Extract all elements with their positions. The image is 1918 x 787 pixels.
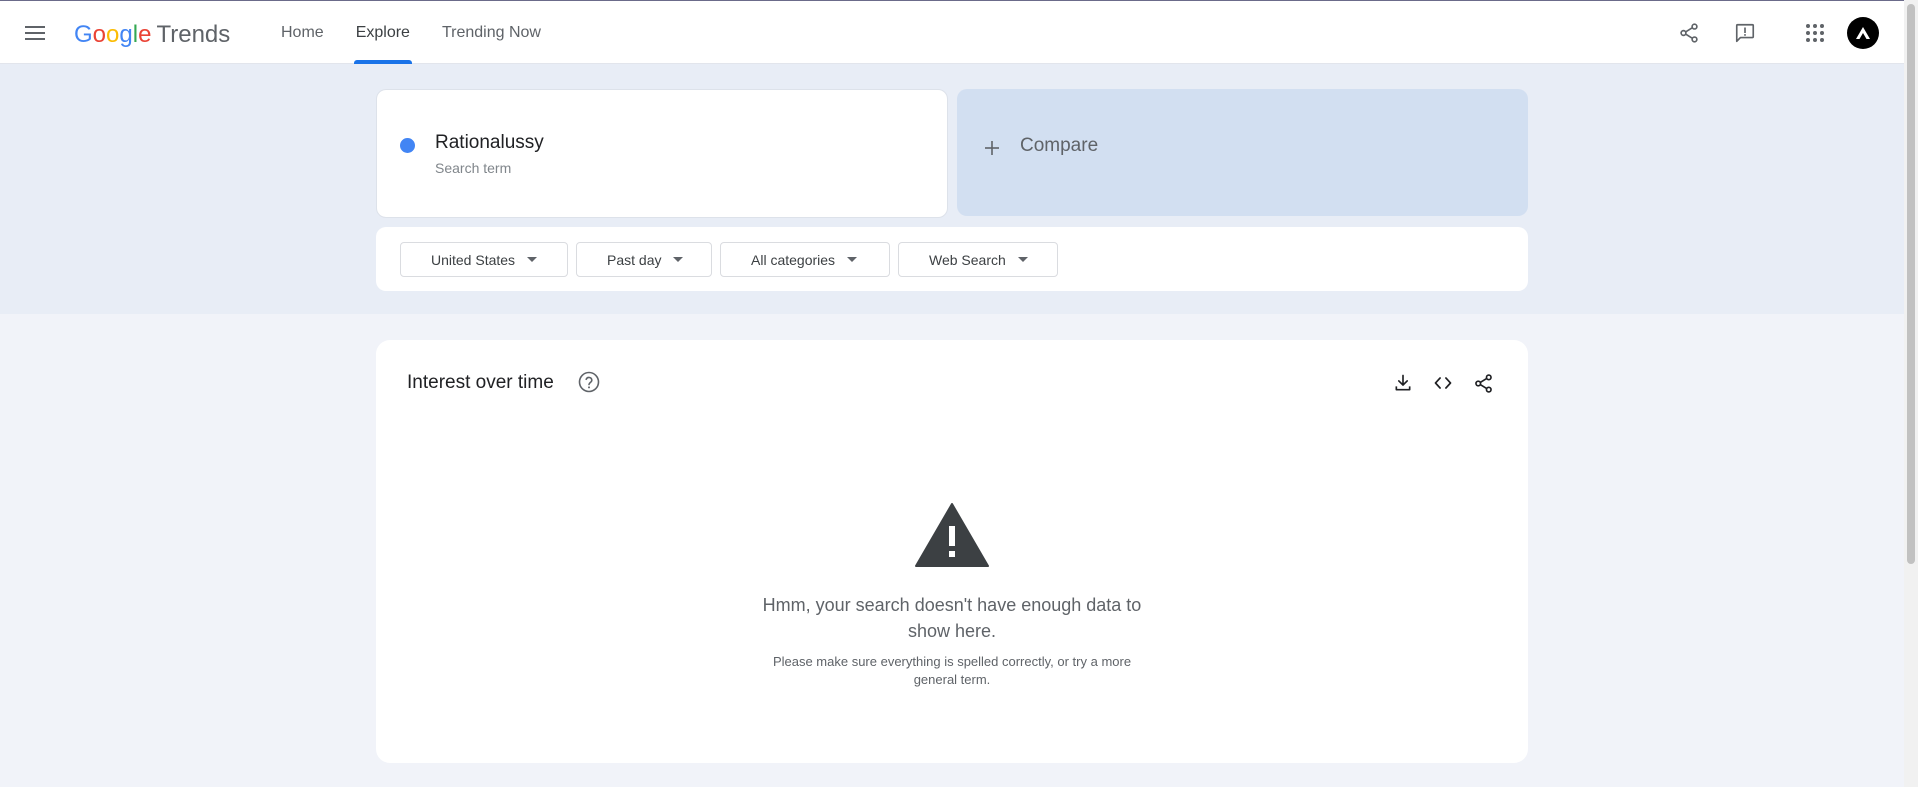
- scrollbar-thumb[interactable]: [1907, 4, 1915, 564]
- category-value: All categories: [751, 251, 836, 268]
- compare-button[interactable]: Compare: [957, 89, 1528, 216]
- search-property-value: Web Search: [929, 251, 1006, 268]
- logo-letter: g: [119, 21, 133, 48]
- nav-trending-now-label: Trending Now: [441, 23, 541, 41]
- logo-letter: o: [92, 21, 107, 48]
- apps-icon[interactable]: [1799, 17, 1831, 49]
- plus-icon: [985, 141, 999, 155]
- main-nav: Home Explore Trending Now: [265, 1, 557, 64]
- help-icon[interactable]: [577, 370, 601, 394]
- compare-label: Compare: [1020, 135, 1099, 156]
- share-icon[interactable]: [1470, 370, 1496, 396]
- caret-down-icon: [673, 257, 684, 262]
- embed-icon[interactable]: [1430, 370, 1456, 396]
- term-color-dot: [400, 138, 415, 153]
- google-trends-logo[interactable]: Google Trends: [74, 20, 230, 50]
- nav-trending-now[interactable]: Trending Now: [426, 1, 557, 64]
- menu-icon[interactable]: [20, 19, 50, 47]
- no-data-hint: Please make sure everything is spelled c…: [772, 654, 1132, 687]
- nav-home-label: Home: [281, 23, 324, 41]
- interest-over-time-card: Interest over time Hmm, your search does…: [376, 340, 1528, 763]
- nav-explore-label: Explore: [355, 23, 410, 41]
- feedback-icon[interactable]: [1729, 17, 1761, 49]
- nav-home[interactable]: Home: [265, 1, 340, 64]
- caret-down-icon: [1017, 257, 1028, 262]
- filter-bar: United States Past day All categories We…: [376, 227, 1528, 291]
- logo-letter: G: [74, 21, 93, 48]
- logo-letter: o: [106, 21, 120, 48]
- category-dropdown[interactable]: All categories: [720, 242, 890, 277]
- share-icon[interactable]: [1673, 17, 1705, 49]
- account-avatar[interactable]: [1847, 17, 1879, 49]
- search-term-card[interactable]: Rationalussy Search term: [376, 89, 948, 218]
- time-range-value: Past day: [607, 251, 662, 268]
- search-term-input[interactable]: Rationalussy: [435, 132, 544, 154]
- avatar-chevron-icon: [1856, 27, 1870, 39]
- download-icon[interactable]: [1390, 370, 1416, 396]
- page-scrollbar[interactable]: [1904, 0, 1918, 787]
- warning-icon: [915, 503, 989, 567]
- card-title: Interest over time: [407, 372, 554, 393]
- time-range-dropdown[interactable]: Past day: [576, 242, 712, 277]
- logo-letter: e: [138, 21, 152, 48]
- no-data-message: Hmm, your search doesn't have enough dat…: [762, 595, 1142, 641]
- caret-down-icon: [527, 257, 538, 262]
- google-wordmark: Google: [74, 20, 151, 50]
- region-dropdown[interactable]: United States: [400, 242, 568, 277]
- trends-wordmark: Trends: [156, 21, 231, 48]
- top-app-bar: Google Trends Home Explore Trending Now: [0, 0, 1904, 64]
- caret-down-icon: [847, 257, 858, 262]
- nav-explore[interactable]: Explore: [340, 1, 426, 64]
- search-term-type: Search term: [435, 160, 512, 176]
- search-property-dropdown[interactable]: Web Search: [898, 242, 1058, 277]
- region-value: United States: [431, 251, 516, 268]
